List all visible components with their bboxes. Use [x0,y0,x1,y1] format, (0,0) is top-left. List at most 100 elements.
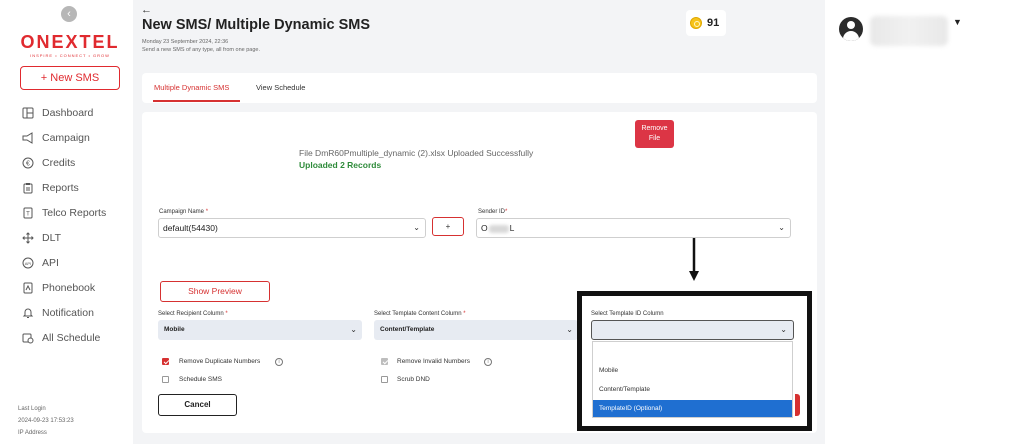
tab-view-schedule[interactable]: View Schedule [256,83,305,92]
sidebar-item-campaign[interactable]: Campaign [22,125,106,150]
template-id-select[interactable]: ⌄ [591,320,794,340]
document-icon: T [22,207,34,219]
sidebar-item-notification[interactable]: Notification [22,300,106,325]
sidebar-item-label: Notification [42,306,94,319]
page-date: Monday 23 September 2024, 22:36 [142,39,229,45]
credits-value: 91 [707,17,720,29]
credits-badge[interactable]: 91 [686,10,726,36]
active-tab-indicator [153,100,240,102]
dashboard-icon [22,107,34,119]
campaign-name-label-text: Campaign Name [159,209,205,215]
show-preview-button[interactable]: Show Preview [160,281,270,302]
dropdown-option-template-id[interactable]: TemplateID (Optional) [593,400,792,417]
sender-id-label-text: Sender ID [478,209,506,215]
dropdown-option-mobile[interactable]: Mobile [593,362,792,379]
page-title: New SMS/ Multiple Dynamic SMS [142,17,371,33]
logo-tagline: INSPIRE • CONNECT • GROW [30,53,110,58]
chevron-down-icon: ⌄ [778,223,785,232]
user-menu-caret-icon[interactable]: ▼ [953,17,962,27]
sidebar-item-api[interactable]: API API [22,250,106,275]
campaign-name-select[interactable]: default(54430) ⌄ [158,218,426,238]
sidebar-item-dashboard[interactable]: Dashboard [22,100,106,125]
sidebar-item-label: Reports [42,181,79,194]
recipient-column-value: Mobile [164,326,185,333]
template-content-label-text: Select Template Content Column [374,311,462,317]
schedule-icon [22,332,34,344]
chevron-down-icon: ⌄ [413,223,420,232]
info-icon[interactable]: i [484,358,492,366]
last-login-info: Last Login 2024-09-23 17:53:23 IP Addres… [18,403,74,439]
chevron-down-icon: ⌄ [780,325,787,334]
scrub-dnd-label: Scrub DND [397,376,430,383]
page-subtitle: Send a new SMS of any type, all from one… [142,47,261,53]
sidebar-item-all-schedule[interactable]: All Schedule [22,325,106,350]
sender-id-suffix: L [509,223,515,233]
campaign-name-value: default(54430) [163,223,218,233]
logo-text: ONEXTEL [20,32,120,52]
sidebar-item-label: Campaign [42,131,90,144]
remove-invalid-checkbox [381,358,388,365]
sender-id-select[interactable]: O L ⌄ [476,218,791,238]
sidebar-item-label: Dashboard [42,106,94,119]
sidebar-item-label: DLT [42,231,62,244]
sidebar-item-phonebook[interactable]: Phonebook [22,275,106,300]
info-icon[interactable]: i [275,358,283,366]
sidebar-item-telco-reports[interactable]: T Telco Reports [22,200,106,225]
phonebook-icon [22,282,34,294]
sidebar-item-label: Telco Reports [42,206,107,219]
schedule-sms-checkbox[interactable] [162,376,169,383]
currency-icon: € [22,157,34,169]
schedule-sms-label: Schedule SMS [179,376,222,383]
sender-id-prefix: O [481,223,488,233]
back-arrow-icon[interactable]: ← [141,4,152,16]
sidebar-item-credits[interactable]: € Credits [22,150,106,175]
last-login-value: 2024-09-23 17:53:23 [18,418,74,424]
tab-bar: Multiple Dynamic SMS View Schedule [142,73,817,103]
upload-record-count: Uploaded 2 Records [299,160,382,170]
tab-multiple-dynamic-sms[interactable]: Multiple Dynamic SMS [154,83,229,92]
submit-button-edge[interactable] [795,394,800,416]
required-mark: * [225,311,228,317]
remove-file-button[interactable]: Remove File [635,120,674,148]
dropdown-option-content-template[interactable]: Content/Template [593,381,792,398]
sender-id-redacted [488,224,509,233]
bell-icon [22,307,34,319]
avatar[interactable] [839,17,863,41]
annotation-arrow-icon [689,238,699,281]
template-id-label: Select Template ID Column [591,311,664,317]
template-content-select[interactable]: Content/Template ⌄ [374,320,578,340]
recipient-column-label-text: Select Recipient Column [158,311,224,317]
ip-address-label: IP Address [18,430,47,436]
sender-id-label: Sender ID* [478,209,507,215]
user-panel: ▼ [825,0,1024,444]
move-icon [22,231,34,244]
sidebar-item-reports[interactable]: Reports [22,175,106,200]
remove-duplicates-checkbox[interactable] [162,358,169,365]
collapse-sidebar-icon[interactable]: ‹ [61,6,77,22]
required-mark: * [205,209,209,215]
svg-text:API: API [25,260,31,265]
brand-logo: ONEXTEL INSPIRE • CONNECT • GROW [17,33,123,58]
sidebar: ‹ ONEXTEL INSPIRE • CONNECT • GROW + New… [0,0,133,444]
required-mark: * [505,209,508,215]
new-sms-button[interactable]: + New SMS [20,66,120,90]
chevron-down-icon: ⌄ [350,325,357,334]
scrub-dnd-checkbox[interactable] [381,376,388,383]
chevron-down-icon: ⌄ [566,325,573,334]
sidebar-item-label: All Schedule [42,331,101,344]
add-campaign-button[interactable]: + [432,217,464,236]
api-icon: API [22,257,34,269]
sidebar-item-label: API [42,256,59,269]
recipient-column-select[interactable]: Mobile ⌄ [158,320,362,340]
last-login-label: Last Login [18,406,46,412]
template-content-value: Content/Template [380,326,435,333]
sidebar-item-label: Phonebook [42,281,96,294]
remove-file-label-line2: File [648,135,661,142]
template-id-dropdown-menu: Mobile Content/Template TemplateID (Opti… [592,341,793,418]
sidebar-item-dlt[interactable]: DLT [22,225,106,250]
sidebar-item-label: Credits [42,156,76,169]
remove-duplicates-label: Remove Duplicate Numbers [179,358,261,365]
cancel-button[interactable]: Cancel [158,394,237,416]
recipient-column-label: Select Recipient Column * [158,311,228,317]
coin-icon [690,17,702,29]
